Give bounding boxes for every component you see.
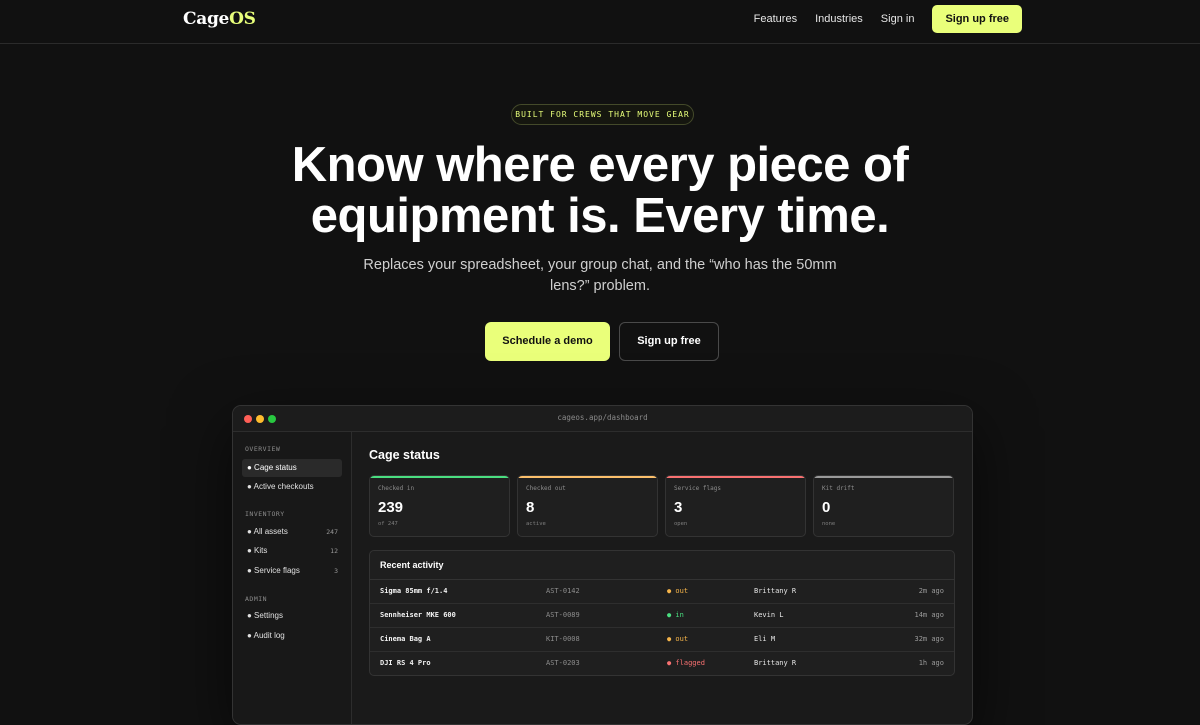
sidebar-item-count: 12 [330, 547, 338, 555]
sidebar-section-overview: OVERVIEW [245, 445, 281, 453]
stat-value: 8 [526, 499, 535, 516]
stat-value: 0 [822, 499, 831, 516]
asset-name: Sennheiser MKE 600 [380, 611, 456, 619]
stat-note: open [674, 521, 688, 527]
timestamp: 2m ago [918, 587, 944, 595]
stat-accent-bar [666, 476, 805, 478]
nav-links: Features Industries Sign in Sign up free [754, 5, 1022, 33]
sidebar-item-label: ● Audit log [247, 631, 285, 640]
sidebar-item-active-checkouts[interactable]: ● Active checkouts [242, 478, 342, 496]
stat-card-checked-out[interactable]: Checked out 8 active [517, 475, 658, 537]
stat-card-kit-drift[interactable]: Kit drift 0 none [813, 475, 954, 537]
nav-link-features[interactable]: Features [754, 5, 797, 33]
window-titlebar: cageos.app/dashboard [233, 406, 972, 432]
address-bar-url: cageos.app/dashboard [557, 413, 648, 422]
timestamp: 14m ago [914, 611, 944, 619]
sidebar-item-cage-status[interactable]: ● Cage status [242, 459, 342, 477]
nav-signup-button[interactable]: Sign up free [932, 5, 1022, 33]
hero-headline: Know where every piece of equipment is. … [200, 140, 1000, 242]
stat-label: Checked in [378, 485, 415, 492]
sidebar-item-label: ● Service flags [247, 566, 300, 575]
stat-note: none [822, 521, 836, 527]
dashboard-preview-window: cageos.app/dashboard OVERVIEW ● Cage sta… [232, 405, 973, 725]
stat-label: Checked out [526, 485, 566, 492]
table-row[interactable]: Cinema Bag A KIT-0008 ● out Eli M 32m ag… [370, 628, 954, 652]
status-badge: ● flagged [667, 659, 705, 667]
status-badge: ● out [667, 587, 689, 595]
dashboard-main: Cage status Checked in 239 of 247 Checke… [352, 432, 972, 724]
headline-line-1: Know where every piece of [291, 138, 909, 192]
nav-link-industries[interactable]: Industries [815, 5, 863, 33]
sidebar-item-audit-log[interactable]: ● Audit log [242, 627, 342, 645]
schedule-demo-button[interactable]: Schedule a demo [485, 322, 610, 361]
timestamp: 1h ago [918, 659, 944, 667]
assigned-user: Brittany R [754, 659, 797, 667]
hero-signup-button[interactable]: Sign up free [619, 322, 719, 361]
hero-subtitle: Replaces your spreadsheet, your group ch… [363, 257, 837, 294]
sidebar-item-label: ● Cage status [247, 463, 297, 472]
sidebar-item-service-flags[interactable]: ● Service flags 3 [242, 562, 342, 580]
logo-text: Cage [183, 9, 230, 29]
sidebar-item-label: ● Settings [247, 611, 283, 620]
nav-link-sign-in[interactable]: Sign in [881, 5, 915, 33]
asset-id: AST-0089 [546, 611, 580, 619]
sidebar-item-settings[interactable]: ● Settings [242, 607, 342, 625]
stat-label: Kit drift [822, 485, 855, 492]
assigned-user: Eli M [754, 635, 776, 643]
asset-id: KIT-0008 [546, 635, 580, 643]
headline-line-2: equipment is. Every time. [310, 189, 890, 243]
table-row[interactable]: Sigma 85mm f/1.4 AST-0142 ● out Brittany… [370, 580, 954, 604]
recent-activity-table: Recent activity Sigma 85mm f/1.4 AST-014… [369, 550, 955, 676]
sidebar-item-count: 247 [326, 528, 338, 536]
stat-card-checked-in[interactable]: Checked in 239 of 247 [369, 475, 510, 537]
sidebar-section-inventory: INVENTORY [245, 510, 285, 518]
table-row[interactable]: DJI RS 4 Pro AST-0203 ● flagged Brittany… [370, 652, 954, 675]
sidebar-item-all-assets[interactable]: ● All assets 247 [242, 523, 342, 541]
sidebar-section-admin: ADMIN [245, 595, 268, 603]
assigned-user: Kevin L [754, 611, 784, 619]
sidebar-item-label: ● Kits [247, 546, 268, 555]
top-nav: CageOS Features Industries Sign in Sign … [0, 0, 1200, 44]
stat-accent-bar [518, 476, 657, 478]
stat-accent-bar [814, 476, 953, 478]
logo-accent-text: OS [229, 9, 256, 29]
dashboard-sidebar: OVERVIEW ● Cage status ● Active checkout… [233, 432, 352, 724]
assigned-user: Brittany R [754, 587, 797, 595]
stat-card-service-flags[interactable]: Service flags 3 open [665, 475, 806, 537]
asset-name: Cinema Bag A [380, 635, 431, 643]
table-row[interactable]: Sennheiser MKE 600 AST-0089 ● in Kevin L… [370, 604, 954, 628]
stat-accent-bar [370, 476, 509, 478]
page-title: Cage status [369, 448, 440, 462]
status-badge: ● in [667, 611, 684, 619]
stat-value: 239 [378, 499, 404, 516]
sidebar-item-kits[interactable]: ● Kits 12 [242, 542, 342, 560]
hero-badge: BUILT FOR CREWS THAT MOVE GEAR [511, 104, 694, 125]
stat-note: of 247 [378, 521, 398, 527]
recent-activity-title: Recent activity [370, 551, 954, 580]
asset-name: DJI RS 4 Pro [380, 659, 431, 667]
status-badge: ● out [667, 635, 689, 643]
asset-name: Sigma 85mm f/1.4 [380, 587, 448, 595]
timestamp: 32m ago [914, 635, 944, 643]
sidebar-item-label: ● All assets [247, 527, 288, 536]
stat-note: active [526, 521, 546, 527]
logo[interactable]: CageOS [183, 9, 256, 29]
asset-id: AST-0142 [546, 587, 580, 595]
stat-label: Service flags [674, 485, 721, 492]
sidebar-item-count: 3 [334, 567, 338, 575]
stat-value: 3 [674, 499, 683, 516]
asset-id: AST-0203 [546, 659, 580, 667]
sidebar-item-label: ● Active checkouts [247, 482, 314, 491]
